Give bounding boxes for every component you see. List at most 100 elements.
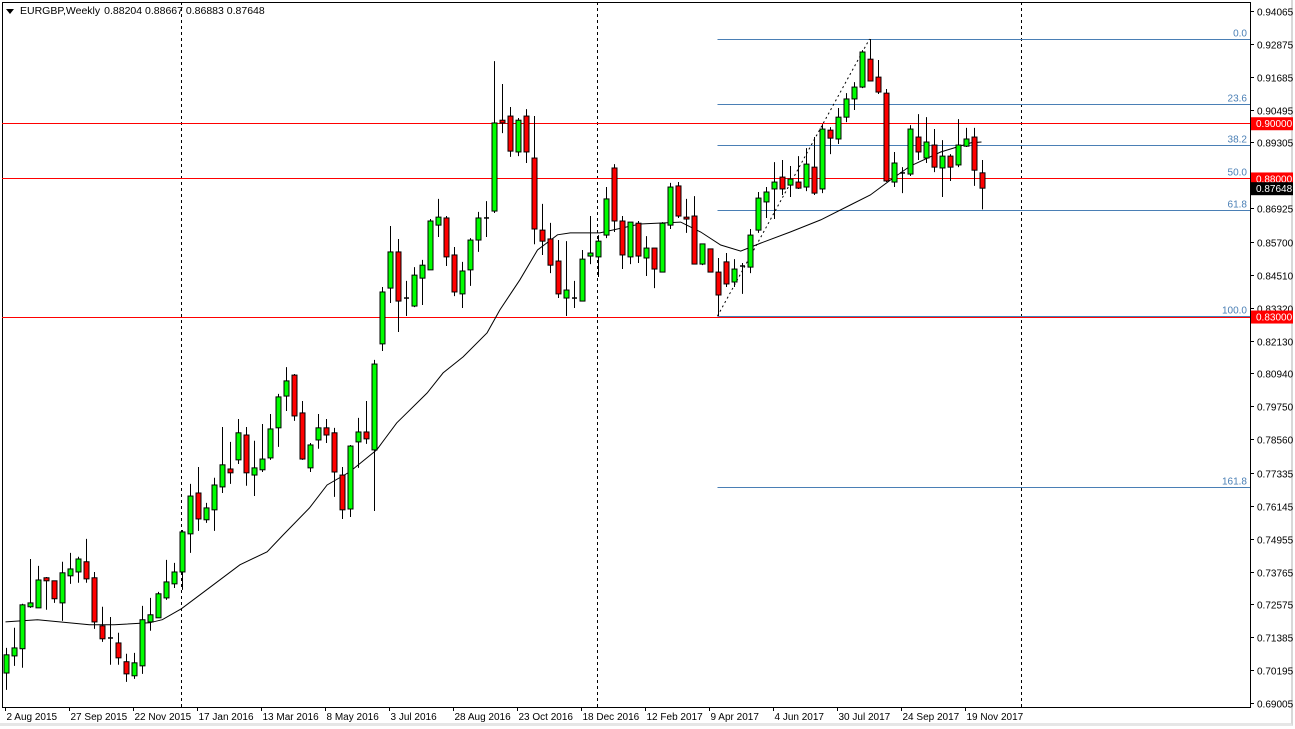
candle-body-up	[163, 581, 170, 599]
y-axis-label: 0.86925	[1257, 205, 1294, 216]
candle-body-up	[259, 458, 266, 471]
candle-body-up	[835, 116, 842, 140]
y-axis-label: 0.77335	[1257, 470, 1294, 481]
candle-body-down	[123, 661, 130, 675]
candle-body-down	[827, 129, 834, 139]
candle-body-up	[131, 662, 138, 677]
fib-level-label: 100.0	[1222, 306, 1247, 317]
candle	[907, 125, 914, 176]
x-axis-label: 9 Apr 2017	[711, 712, 760, 723]
candle-body-down	[635, 222, 642, 257]
candle	[747, 229, 754, 274]
triangle-down-icon[interactable]	[6, 8, 14, 14]
x-axis-label: 30 Jul 2017	[839, 712, 891, 723]
candle-body-down	[299, 412, 306, 460]
price-label: 0.90000	[1256, 119, 1293, 130]
x-axis-label: 3 Jul 2016	[391, 712, 438, 723]
candle-body-down	[979, 172, 986, 189]
candle-body-up	[843, 98, 850, 118]
candle-body-down	[675, 185, 682, 217]
candle-body-down	[291, 374, 298, 417]
candle-body-down	[443, 217, 450, 258]
y-axis-label: 0.79750	[1257, 403, 1294, 414]
candle-body-down	[867, 58, 874, 82]
candle-body-up	[803, 163, 810, 188]
candle-body-up	[75, 558, 82, 573]
candle-body-down	[811, 166, 818, 194]
candle-body-down	[651, 247, 658, 270]
y-axis-label: 0.82130	[1257, 338, 1294, 349]
y-axis-label: 0.94065	[1257, 8, 1294, 19]
candle-body-up	[179, 531, 186, 573]
candle-body-down	[691, 215, 698, 265]
candle-body-up	[203, 507, 210, 521]
candle-body-down	[499, 119, 506, 124]
candle-body-up	[347, 445, 354, 510]
candle-body-up	[387, 251, 394, 289]
y-axis-label: 0.85700	[1257, 239, 1294, 250]
fib-level-label: 161.8	[1222, 477, 1247, 488]
candle	[155, 591, 162, 619]
candle	[699, 243, 706, 266]
candle-body-down	[507, 115, 514, 152]
candle-body-down	[331, 432, 338, 473]
candle-body-down	[611, 167, 618, 222]
candle-body-up	[763, 191, 770, 203]
candle-body-up	[155, 593, 162, 619]
candle	[675, 182, 682, 218]
fib-level-label: 0.0	[1233, 29, 1247, 40]
candle-body-down	[83, 561, 90, 580]
candle-body-up	[211, 484, 218, 511]
candle-body-up	[11, 647, 18, 657]
candle-body-down	[531, 157, 538, 230]
ohlc-readout: 0.88204 0.88667 0.86883 0.87648	[104, 5, 265, 17]
candle-body-up	[147, 614, 154, 623]
x-axis-label: 4 Jun 2017	[775, 712, 825, 723]
candle-body-up	[819, 128, 826, 190]
candle-body-up	[171, 571, 178, 585]
candle	[755, 191, 762, 233]
candle-body-up	[643, 247, 650, 259]
chart-header: EURGBP,Weekly 0.88204 0.88667 0.86883 0.…	[6, 5, 265, 17]
x-axis-label: 22 Nov 2015	[135, 712, 192, 723]
candle-body-up	[371, 363, 378, 451]
candle	[819, 124, 826, 194]
x-axis-label: 27 Sep 2015	[71, 712, 128, 723]
candle-body-up	[923, 141, 930, 159]
candle-body-up	[667, 186, 674, 226]
candle	[427, 219, 434, 271]
candle-body-up	[955, 144, 962, 166]
candle-body-down	[947, 155, 954, 168]
candle-body-up	[579, 258, 586, 302]
candle-body-up	[59, 572, 66, 604]
x-axis-label: 8 May 2016	[327, 712, 380, 723]
candle-body-up	[459, 270, 466, 295]
candle-body-up	[907, 128, 914, 175]
candle-body-up	[275, 396, 282, 429]
candle	[379, 286, 386, 352]
x-axis-label: 28 Aug 2016	[455, 712, 512, 723]
candle-body-down	[243, 434, 250, 474]
y-axis-label: 0.74955	[1257, 536, 1294, 547]
symbol-timeframe: EURGBP,Weekly	[20, 5, 101, 17]
candlestick-chart[interactable]: 0.0 23.6 38.2 50.0 61.8 100.0 161.8 0.94065 0.92…	[0, 0, 1295, 729]
candle-body-down	[99, 625, 106, 640]
y-axis-label: 0.69005	[1257, 700, 1294, 711]
candle-body-up	[603, 198, 610, 236]
candle-body-down	[547, 238, 554, 266]
candle-body-down	[883, 92, 890, 182]
candle-body-up	[379, 291, 386, 345]
candle-body-up	[235, 432, 242, 461]
candle	[859, 50, 866, 89]
x-axis-label: 12 Feb 2017	[647, 712, 704, 723]
candle-body-up	[67, 568, 74, 577]
candle	[707, 248, 714, 273]
y-axis-label: 0.73765	[1257, 569, 1294, 580]
candle-body-up	[219, 464, 226, 488]
y-axis-label: 0.90495	[1257, 107, 1294, 118]
candle-body-up	[19, 604, 26, 650]
y-axis-label: 0.84510	[1257, 272, 1294, 283]
candle-body-up	[587, 252, 594, 257]
candle-body-down	[779, 176, 786, 190]
candle-body-up	[859, 51, 866, 88]
